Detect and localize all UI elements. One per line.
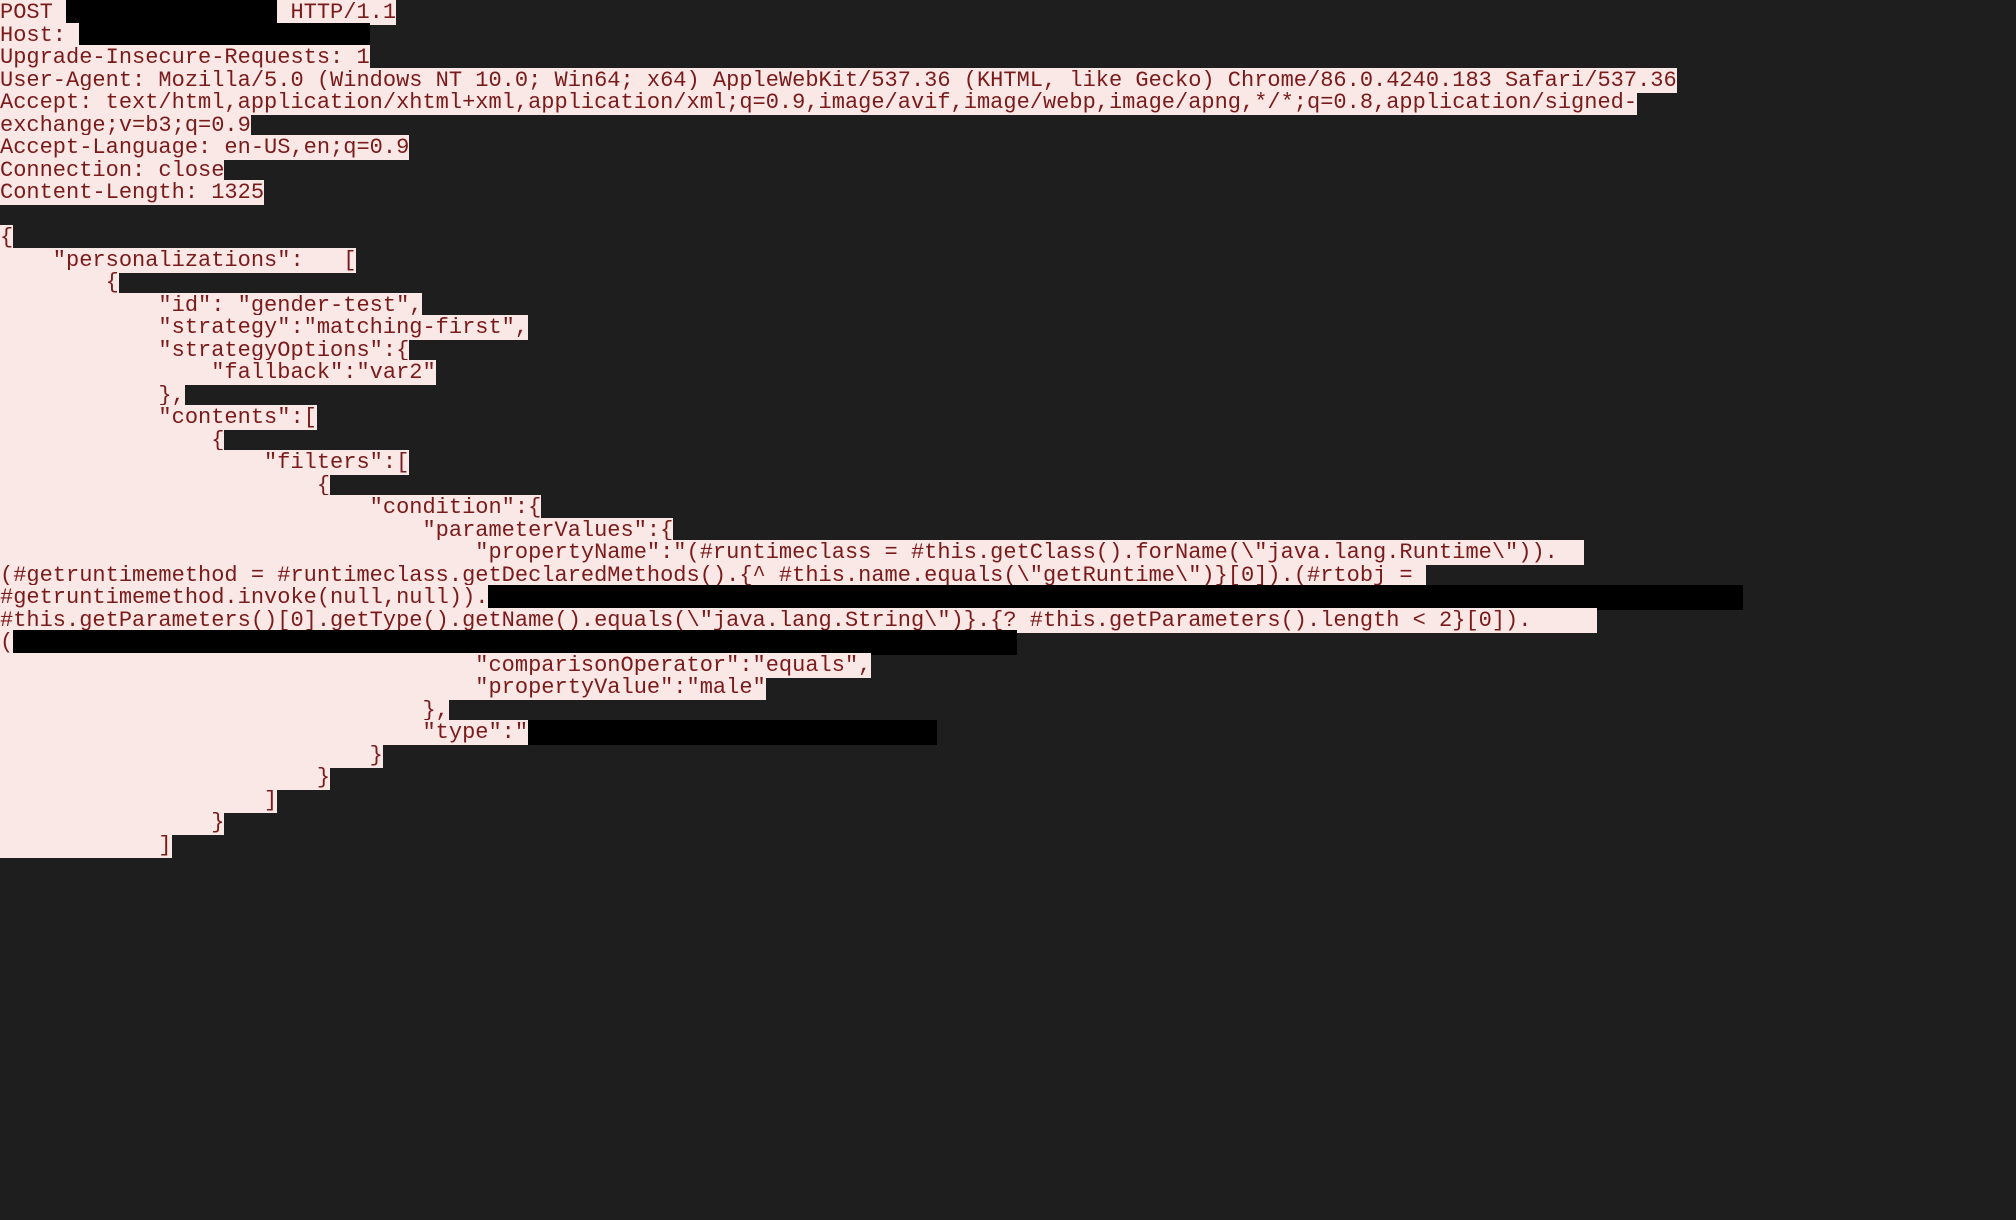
code-text [0,203,13,228]
code-text: "personalizations": [ [0,248,356,273]
code-text: "strategy":"matching-first", [0,315,528,340]
code-text: "filters":[ [0,450,409,475]
code-text: #getruntimemethod.invoke(null,null)). [0,585,488,610]
code-text: "propertyName":"(#runtimeclass = #this.g… [0,540,1584,565]
redacted-text: xxxxxxxxxxxxxxxxxxxxxxxxxxxxxxx [528,720,937,745]
redacted-text: xxxxxxxxxxxxxxxxxxxxxx [79,23,369,48]
code-text: }, [0,698,449,723]
code-text: ( [0,630,13,655]
code-text: Content-Length: 1325 [0,180,264,205]
code-text: Host: [0,23,79,48]
code-text: Accept-Language: en-US,en;q=0.9 [0,135,409,160]
code-text: ] [0,833,172,858]
redacted-text: xxxxxxxxxxxxxxxxxxxxxxxxxxxxxxxxxxxxxxxx… [488,585,1742,610]
code-text: POST [0,0,66,25]
code-text: } [0,765,330,790]
code-text: { [0,473,330,498]
code-text: "propertyValue":"male" [0,675,766,700]
code-text: "type":" [0,720,528,745]
redacted-text: xxxxxxxxxxxxxxxxxxxxxxxxxxxxxxxxxxxxxxxx… [13,630,1016,655]
code-text: { [0,428,224,453]
code-text: } [0,743,383,768]
code-text: "parameterValues":{ [0,518,673,543]
http-request-code-block: POST xxxxxxxxxxxxxxxx HTTP/1.1 Host: xxx… [0,0,2016,857]
code-text: Connection: close [0,158,224,183]
code-text: exchange;v=b3;q=0.9 [0,113,251,138]
code-text: "fallback":"var2" [0,360,436,385]
code-text: (#getruntimemethod = #runtimeclass.getDe… [0,563,1426,588]
code-text: } [0,810,224,835]
code-text: Upgrade-Insecure-Requests: 1 [0,45,370,70]
code-text: "strategyOptions":{ [0,338,409,363]
code-text: "contents":[ [0,405,317,430]
code-text: "comparisonOperator":"equals", [0,653,871,678]
code-text: "condition":{ [0,495,541,520]
code-text: ] [0,788,277,813]
code-text: }, [0,383,185,408]
code-text: { [0,270,119,295]
code-text: User-Agent: Mozilla/5.0 (Windows NT 10.0… [0,68,1677,93]
code-text: Accept: text/html,application/xhtml+xml,… [0,90,1637,115]
code-text: HTTP/1.1 [277,0,396,25]
code-text: #this.getParameters()[0].getType().getNa… [0,608,1597,633]
redacted-text: xxxxxxxxxxxxxxxx [66,0,277,25]
code-text: "id": "gender-test", [0,293,422,318]
code-text: { [0,225,13,250]
